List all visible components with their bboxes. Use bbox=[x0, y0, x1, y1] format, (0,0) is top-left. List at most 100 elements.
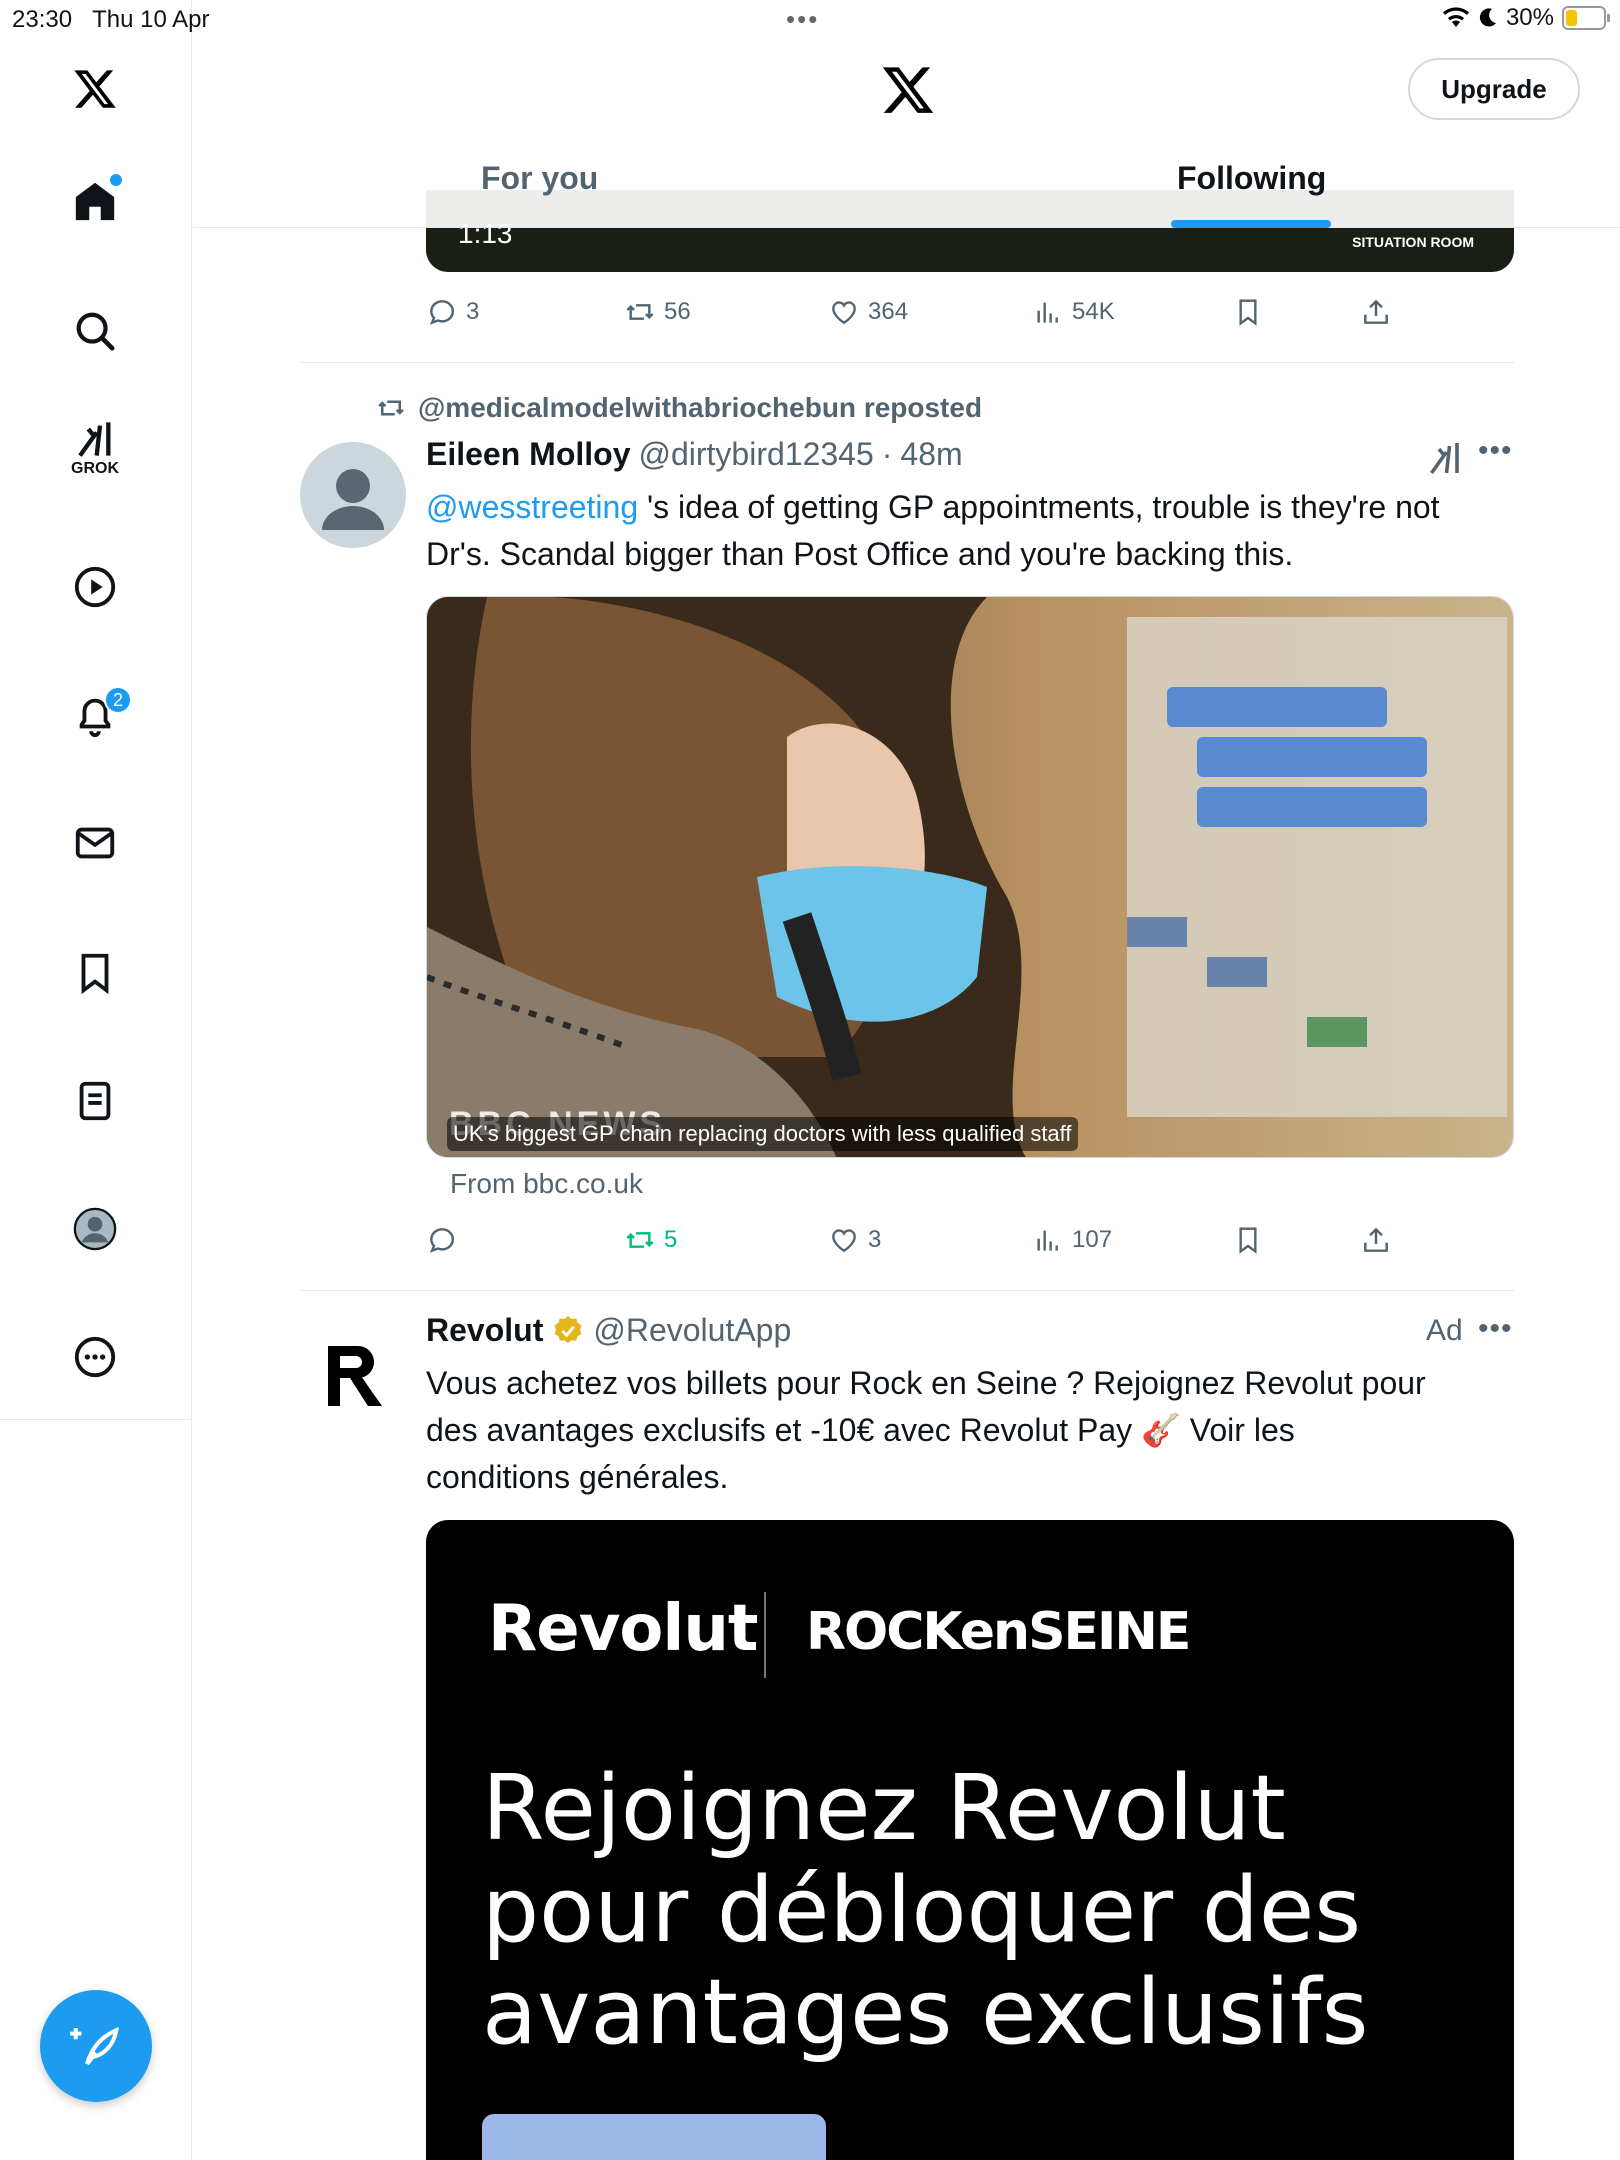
repost-icon bbox=[378, 400, 404, 416]
reply-count: 3 bbox=[466, 298, 480, 325]
ad-brand-revolut: Revolut bbox=[488, 1592, 758, 1666]
ad-headline-line: avantages exclusifs bbox=[482, 1960, 1369, 2065]
tweet-actions: 5 3 107 bbox=[426, 1218, 1426, 1262]
tweet-more-icon[interactable]: ••• bbox=[1478, 434, 1513, 468]
battery-percent: 30% bbox=[1505, 4, 1554, 31]
tab-for-you[interactable]: For you bbox=[481, 160, 598, 197]
sidebar-item-home[interactable] bbox=[66, 172, 124, 230]
bookmark-button[interactable] bbox=[1232, 290, 1264, 334]
repost-button[interactable]: 5 bbox=[624, 1218, 677, 1262]
like-button[interactable]: 3 bbox=[828, 1218, 881, 1262]
tweet-text: @wesstreeting 's idea of getting GP appo… bbox=[426, 484, 1516, 578]
link-source[interactable]: From bbc.co.uk bbox=[450, 1168, 643, 1200]
prev-tweet-actions: 3 56 364 54K bbox=[426, 290, 1426, 334]
video-overlay-text: SITUATION ROOM bbox=[1352, 234, 1474, 250]
repost-count: 56 bbox=[664, 298, 691, 325]
default-avatar-icon bbox=[322, 469, 384, 530]
reply-icon bbox=[429, 300, 455, 325]
active-tab-indicator bbox=[1171, 220, 1331, 228]
bookmark-icon bbox=[1239, 1227, 1257, 1254]
heart-icon bbox=[832, 301, 856, 325]
views-button[interactable]: 107 bbox=[1032, 1218, 1112, 1262]
sidebar-item-profile[interactable] bbox=[66, 1200, 124, 1258]
grok-explain-icon[interactable] bbox=[1424, 440, 1466, 476]
ad-author[interactable]: Revolut @RevolutApp bbox=[426, 1312, 791, 1349]
verified-gold-badge-icon bbox=[554, 1315, 582, 1343]
profile-avatar-icon bbox=[73, 1207, 117, 1251]
list-icon bbox=[79, 1081, 111, 1121]
home-unread-dot bbox=[110, 174, 122, 186]
moon-icon bbox=[1479, 8, 1496, 27]
author-name: Eileen Molloy bbox=[426, 436, 631, 472]
divider bbox=[300, 362, 1514, 363]
grok-icon bbox=[78, 422, 111, 457]
ad-label: Ad bbox=[1426, 1314, 1463, 1347]
heart-icon bbox=[832, 1229, 856, 1253]
ad-more-icon[interactable]: ••• bbox=[1478, 1312, 1513, 1346]
upgrade-button[interactable]: Upgrade bbox=[1408, 58, 1580, 120]
ad-media-badge bbox=[482, 2114, 826, 2160]
views-chart-icon bbox=[1037, 302, 1058, 323]
reply-button[interactable] bbox=[426, 1218, 466, 1262]
mention-link[interactable]: @wesstreeting bbox=[426, 489, 638, 525]
sidebar-item-messages[interactable] bbox=[66, 814, 124, 872]
bookmark-icon bbox=[81, 953, 109, 995]
repost-button[interactable]: 56 bbox=[624, 290, 691, 334]
ad-author-name: Revolut bbox=[426, 1312, 544, 1348]
sidebar-item-lists[interactable] bbox=[66, 1072, 124, 1130]
sidebar-item-bookmarks[interactable] bbox=[66, 944, 124, 1002]
grok-label: GROK bbox=[71, 460, 119, 477]
sidebar-item-search[interactable] bbox=[66, 302, 124, 360]
repost-count: 5 bbox=[664, 1226, 678, 1253]
view-count: 54K bbox=[1072, 298, 1115, 325]
share-icon bbox=[1364, 1227, 1388, 1252]
x-logo[interactable] bbox=[66, 60, 124, 118]
timeline: 1:13 SITUATION ROOM 3 56 364 54K @medica… bbox=[300, 0, 1514, 2160]
compose-button[interactable] bbox=[40, 1990, 152, 2102]
tweet-author[interactable]: Eileen Molloy @dirtybird12345 · 48m bbox=[426, 436, 963, 473]
like-count: 3 bbox=[868, 1226, 882, 1253]
ad-media[interactable]: Revolut ROCKenSEINE Rejoignez Revolut po… bbox=[426, 1520, 1514, 2160]
share-button[interactable] bbox=[1360, 290, 1392, 334]
wifi-icon bbox=[1442, 7, 1469, 27]
sidebar: GROK 2 bbox=[0, 0, 192, 2160]
tweet-text-line: Dr's. Scandal bigger than Post Office an… bbox=[426, 536, 1294, 572]
multitasking-dots[interactable]: ••• bbox=[786, 4, 819, 35]
sidebar-item-video[interactable] bbox=[66, 558, 124, 616]
reply-button[interactable]: 3 bbox=[426, 290, 479, 334]
ad-text-line: des avantages exclusifs et -10€ avec Rev… bbox=[426, 1412, 1295, 1448]
reply-icon bbox=[429, 1228, 455, 1253]
repost-by-text: @medicalmodelwithabriochebun reposted bbox=[418, 392, 983, 423]
sidebar-item-more[interactable] bbox=[66, 1328, 124, 1386]
avatar[interactable] bbox=[300, 442, 406, 548]
link-card-title: UK's biggest GP chain replacing doctors … bbox=[447, 1117, 1078, 1151]
battery-icon bbox=[1562, 6, 1610, 30]
status-right: 30% bbox=[1442, 4, 1610, 32]
sidebar-item-notifications[interactable]: 2 bbox=[66, 686, 132, 744]
repost-indicator[interactable]: @medicalmodelwithabriochebun reposted bbox=[376, 392, 982, 424]
ad-headline-line: Rejoignez Revolut bbox=[482, 1756, 1286, 1861]
share-button[interactable] bbox=[1360, 1218, 1392, 1262]
share-icon bbox=[1364, 299, 1388, 324]
status-bar: 23:30 Thu 10 Apr ••• 30% bbox=[0, 0, 1620, 38]
views-button[interactable]: 54K bbox=[1032, 290, 1115, 334]
ad-text: Vous achetez vos billets pour Rock en Se… bbox=[426, 1360, 1516, 1501]
ad-text-line: Vous achetez vos billets pour Rock en Se… bbox=[426, 1365, 1426, 1401]
ad-headline-line: pour débloquer des bbox=[482, 1858, 1362, 1963]
sidebar-item-grok[interactable]: GROK bbox=[66, 420, 124, 478]
tab-following[interactable]: Following bbox=[1177, 160, 1326, 197]
ad-text-line: conditions générales. bbox=[426, 1459, 729, 1495]
meta-separator: · bbox=[881, 436, 893, 472]
news-photo bbox=[427, 597, 1513, 1157]
more-circle-icon bbox=[74, 1336, 116, 1378]
x-logo-icon bbox=[74, 70, 116, 108]
like-button[interactable]: 364 bbox=[828, 290, 908, 334]
bookmark-button[interactable] bbox=[1232, 1218, 1264, 1262]
ad-brand-rock-en-seine: ROCKenSEINE bbox=[806, 1602, 1191, 1662]
link-card-image[interactable]: BBC NEWS UK's biggest GP chain replacing… bbox=[426, 596, 1514, 1158]
view-count: 107 bbox=[1072, 1226, 1113, 1253]
tweet-text-line: 's idea of getting GP appointments, trou… bbox=[638, 489, 1440, 525]
ad-author-handle: @RevolutApp bbox=[593, 1312, 792, 1348]
revolut-logo-icon[interactable] bbox=[322, 1340, 388, 1410]
envelope-icon bbox=[75, 827, 115, 859]
